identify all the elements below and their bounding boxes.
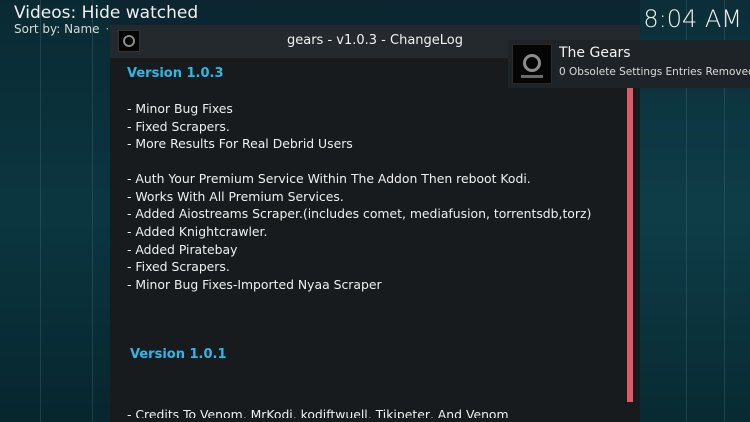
- changelog-line: - Added Piratebay: [127, 242, 238, 257]
- changelog-line: - Added Knightcrawler.: [127, 224, 268, 239]
- version-heading: Version 1.0.1: [130, 347, 227, 362]
- notification-toast: The Gears 0 Obsolete Settings Entries Re…: [508, 40, 750, 88]
- changelog-line: - Added Aiostreams Scraper.(includes com…: [127, 206, 592, 221]
- gear-icon: [512, 44, 552, 84]
- changelog-text-area[interactable]: Version 1.0.3 - Minor Bug Fixes - Fixed …: [110, 58, 630, 418]
- notification-title: The Gears: [559, 45, 631, 61]
- background-line: [40, 0, 41, 422]
- clock: 8:04 AM: [643, 5, 742, 33]
- changelog-line: - Auth Your Premium Service Within The A…: [127, 171, 531, 186]
- version-heading: Version 1.0.3: [127, 66, 224, 81]
- background-line: [92, 0, 93, 422]
- dialog-scrollbar[interactable]: [627, 58, 633, 402]
- sort-separator: ·: [105, 22, 110, 36]
- changelog-line: - Fixed Scrapers.: [127, 259, 230, 274]
- notification-message: 0 Obsolete Settings Entries Removed: [559, 66, 750, 78]
- changelog-line: - Minor Bug Fixes-Imported Nyaa Scraper: [127, 277, 382, 292]
- changelog-line: - Fixed Scrapers.: [127, 119, 230, 134]
- sort-label: Sort by: Name: [14, 22, 100, 36]
- changelog-line: - Works With All Premium Services.: [127, 189, 344, 204]
- background-band-left: [0, 0, 110, 422]
- changelog-line: - Minor Bug Fixes: [127, 101, 233, 116]
- sort-indicator[interactable]: Sort by: Name ·: [14, 22, 109, 36]
- kodi-screen: Videos: Hide watched Sort by: Name · 8:04…: [0, 0, 750, 422]
- scrollbar-thumb[interactable]: [627, 86, 633, 402]
- changelog-line: - More Results For Real Debrid Users: [127, 136, 353, 151]
- changelog-line: - Credits To Venom, MrKodi, kodiftwuell,…: [127, 407, 509, 418]
- window-title: Videos: Hide watched: [14, 3, 199, 23]
